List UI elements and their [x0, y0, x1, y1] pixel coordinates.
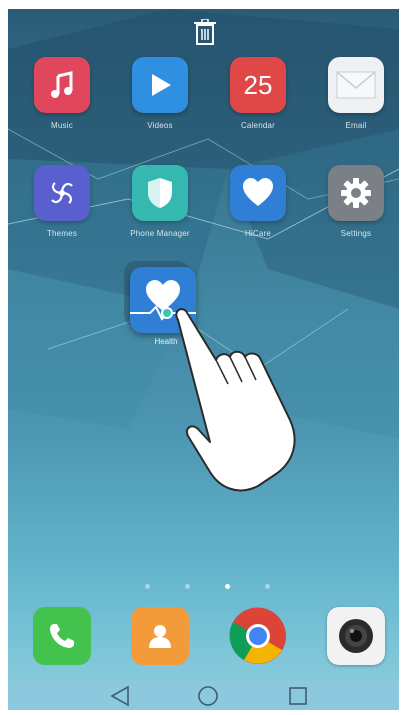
play-icon [132, 57, 188, 113]
dock-contacts[interactable] [131, 607, 189, 665]
page-dot-active[interactable] [225, 584, 230, 589]
heart-icon [230, 165, 286, 221]
trash-icon[interactable] [194, 19, 216, 45]
app-settings[interactable]: Settings [321, 165, 391, 238]
page-dot[interactable] [145, 584, 150, 589]
app-label: Calendar [240, 121, 276, 130]
app-hicare[interactable]: HiCare [223, 165, 293, 238]
app-label: Email [345, 121, 367, 130]
contact-icon [131, 607, 189, 665]
dock-chrome[interactable] [229, 607, 287, 665]
app-phone-manager[interactable]: Phone Manager [125, 165, 195, 238]
pinwheel-icon [34, 165, 90, 221]
home-screen: Music Videos 25 Calendar Email Themes Ph… [8, 9, 399, 710]
dock-camera[interactable] [327, 607, 385, 665]
home-circle-icon[interactable] [196, 685, 220, 707]
calendar-icon: 25 [230, 57, 286, 113]
app-videos[interactable]: Videos [125, 57, 195, 130]
gear-icon [328, 165, 384, 221]
chrome-icon [229, 607, 286, 664]
back-icon[interactable] [108, 685, 132, 707]
app-label: HiCare [244, 229, 272, 238]
calendar-day: 25 [243, 69, 273, 100]
navigation-bar [8, 681, 399, 710]
app-calendar[interactable]: 25 Calendar [223, 57, 293, 130]
app-label: Music [51, 121, 73, 130]
app-label: Phone Manager [130, 229, 190, 238]
page-indicator [8, 584, 399, 594]
envelope-icon [328, 57, 384, 113]
camera-icon [327, 607, 385, 665]
pointing-hand-icon [175, 308, 296, 492]
app-themes[interactable]: Themes [27, 165, 97, 238]
app-label: Videos [147, 121, 173, 130]
phone-icon [33, 607, 91, 665]
app-email[interactable]: Email [321, 57, 391, 130]
page-dot[interactable] [185, 584, 190, 589]
recents-square-icon[interactable] [286, 685, 310, 707]
page-dot[interactable] [265, 584, 270, 589]
app-music[interactable]: Music [27, 57, 97, 130]
music-note-icon [34, 57, 90, 113]
shield-icon [132, 165, 188, 221]
app-label: Themes [46, 229, 78, 238]
dock-phone[interactable] [33, 607, 91, 665]
app-label: Settings [340, 229, 372, 238]
